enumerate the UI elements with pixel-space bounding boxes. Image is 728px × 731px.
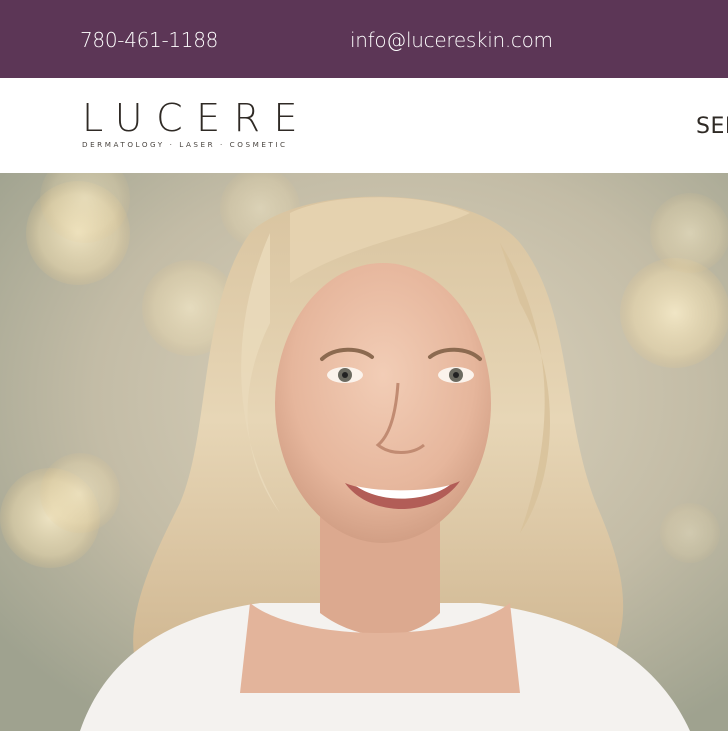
phone-link[interactable]: 780-461-1188 bbox=[80, 26, 218, 54]
logo-tagline: DERMATOLOGY · LASER · COSMETIC bbox=[82, 140, 288, 149]
site-logo[interactable]: LUCERE DERMATOLOGY · LASER · COSMETIC bbox=[82, 98, 332, 158]
hero-portrait-illustration bbox=[0, 173, 728, 731]
contact-bar: 780-461-1188 info@lucereskin.com bbox=[0, 0, 728, 78]
nav-item-services[interactable]: SEI bbox=[696, 112, 728, 142]
site-header: LUCERE DERMATOLOGY · LASER · COSMETIC SE… bbox=[0, 78, 728, 173]
hero-image bbox=[0, 173, 728, 731]
logo-wordmark: LUCERE bbox=[82, 96, 312, 140]
email-link[interactable]: info@lucereskin.com bbox=[350, 26, 553, 54]
